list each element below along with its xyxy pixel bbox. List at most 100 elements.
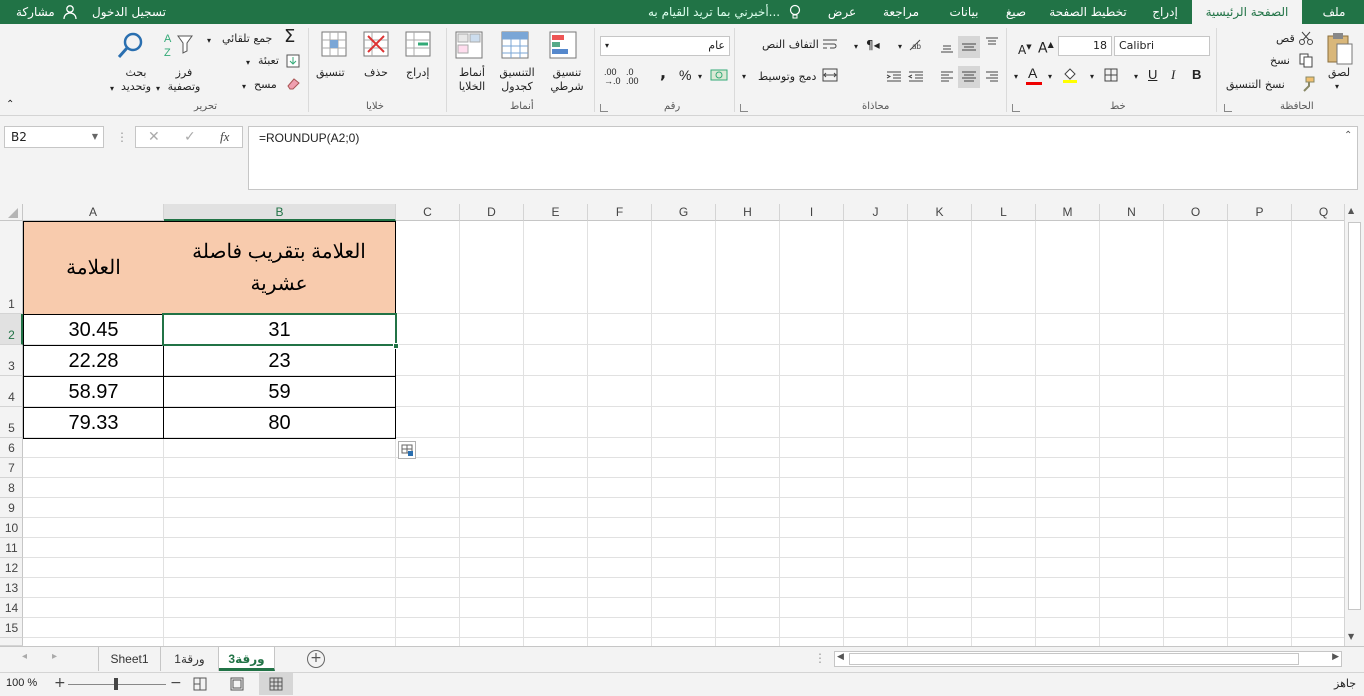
active-cell-selection[interactable] bbox=[162, 313, 397, 346]
quick-analysis-icon[interactable] bbox=[398, 441, 416, 459]
zoom-slider-thumb[interactable] bbox=[114, 678, 118, 690]
paste-icon[interactable] bbox=[1326, 32, 1354, 69]
tell-me-input[interactable]: أخبرني بما تريد القيام به... bbox=[648, 0, 784, 24]
paste-button[interactable]: لصق bbox=[1328, 66, 1350, 80]
horizontal-scroll-thumb[interactable] bbox=[849, 653, 1299, 665]
fill-dropdown-chevron[interactable]: ▾ bbox=[246, 56, 250, 70]
format-as-table-button[interactable]: التنسيق كجدول bbox=[494, 66, 540, 94]
row-header-3[interactable]: 3 bbox=[0, 345, 23, 376]
row-header-1[interactable]: 1 bbox=[0, 221, 23, 314]
formula-bar-grip-icon[interactable]: ⋮ bbox=[116, 130, 128, 144]
column-header-O[interactable]: O bbox=[1164, 204, 1228, 221]
orientation-dropdown-chevron[interactable]: ▾ bbox=[898, 40, 902, 54]
column-header-F[interactable]: F bbox=[588, 204, 652, 221]
percent-icon[interactable]: % bbox=[679, 68, 691, 82]
find-select-button[interactable]: بحث وتحديد bbox=[118, 66, 154, 94]
add-sheet-plus-icon[interactable]: + bbox=[307, 650, 325, 668]
rtl-direction-icon[interactable]: ¶◂ bbox=[866, 38, 880, 52]
font-launcher-icon[interactable] bbox=[1012, 104, 1020, 112]
next-sheet-icon[interactable]: ▸ bbox=[52, 651, 57, 662]
cell-A1[interactable]: العلامة bbox=[23, 221, 164, 315]
comma-style-icon[interactable]: , bbox=[660, 65, 666, 81]
conditional-formatting-button[interactable]: تنسيق شرطي bbox=[548, 66, 586, 94]
underline-icon[interactable]: U bbox=[1148, 68, 1157, 82]
cell-A4[interactable]: 58.97 bbox=[23, 377, 164, 408]
italic-icon[interactable]: I bbox=[1171, 68, 1175, 82]
increase-decimal-icon[interactable]: .0.00 bbox=[626, 68, 639, 86]
tab-file[interactable]: ملف bbox=[1310, 0, 1358, 24]
format-painter-button[interactable]: نسخ التنسيق bbox=[1226, 78, 1285, 92]
column-header-K[interactable]: K bbox=[908, 204, 972, 221]
sheet-tab-sheet1[interactable]: Sheet1 bbox=[99, 647, 161, 671]
select-all-corner[interactable] bbox=[0, 204, 23, 221]
accounting-dropdown-chevron[interactable]: ▾ bbox=[698, 70, 702, 84]
sort-dropdown-chevron[interactable]: ▾ bbox=[156, 82, 160, 96]
accounting-icon[interactable] bbox=[710, 68, 728, 85]
cell-A5[interactable]: 79.33 bbox=[23, 408, 164, 439]
font-color-dropdown-chevron[interactable]: ▾ bbox=[1014, 70, 1018, 84]
scroll-left-icon[interactable]: ◀ bbox=[837, 652, 844, 662]
scroll-up-icon[interactable]: ▲ bbox=[1348, 206, 1354, 215]
column-header-B[interactable]: B bbox=[164, 204, 396, 221]
column-header-P[interactable]: P bbox=[1228, 204, 1292, 221]
tab-review[interactable]: مراجعة bbox=[870, 0, 932, 24]
vertical-scroll-thumb[interactable] bbox=[1348, 222, 1361, 610]
align-left-icon[interactable] bbox=[940, 70, 954, 87]
copy-button[interactable]: نسخ bbox=[1270, 54, 1290, 68]
page-layout-view-icon[interactable] bbox=[230, 677, 244, 694]
cell-A3[interactable]: 22.28 bbox=[23, 346, 164, 377]
number-launcher-icon[interactable] bbox=[600, 104, 608, 112]
column-header-G[interactable]: G bbox=[652, 204, 716, 221]
decrease-decimal-icon[interactable]: .00 →.0 bbox=[604, 68, 621, 86]
column-header-M[interactable]: M bbox=[1036, 204, 1100, 221]
row-header-16[interactable] bbox=[0, 638, 23, 646]
paste-dropdown-chevron[interactable]: ▾ bbox=[1335, 80, 1339, 94]
row-header-10[interactable]: 10 bbox=[0, 518, 23, 538]
font-color-icon[interactable]: A bbox=[1028, 66, 1037, 80]
format-cells-button[interactable]: تنسيق bbox=[316, 66, 345, 80]
collapse-formula-bar-icon[interactable]: ⌃ bbox=[1344, 130, 1352, 141]
vertical-scrollbar[interactable]: ▲ ▼ bbox=[1344, 204, 1364, 646]
zoom-level[interactable]: 100 % bbox=[6, 677, 37, 689]
font-size-select[interactable]: 18 bbox=[1058, 36, 1112, 56]
zoom-out-icon[interactable]: − bbox=[170, 675, 182, 691]
cell-B4[interactable]: 59 bbox=[163, 377, 396, 408]
row-header-2[interactable]: 2 bbox=[0, 314, 23, 345]
name-box[interactable]: B2 ▼ bbox=[4, 126, 104, 148]
tab-view[interactable]: عرض bbox=[820, 0, 864, 24]
font-name-select[interactable]: Calibri bbox=[1114, 36, 1210, 56]
autosum-dropdown-chevron[interactable]: ▾ bbox=[207, 34, 211, 48]
fill-color-icon[interactable] bbox=[1062, 66, 1078, 87]
align-bottom-icon[interactable] bbox=[940, 40, 954, 57]
orientation-icon[interactable]: ab bbox=[908, 38, 924, 55]
row-header-5[interactable]: 5 bbox=[0, 407, 23, 438]
share-button[interactable]: مشاركة bbox=[16, 0, 55, 24]
row-header-4[interactable]: 4 bbox=[0, 376, 23, 407]
row-header-7[interactable]: 7 bbox=[0, 458, 23, 478]
tab-data[interactable]: بيانات bbox=[936, 0, 992, 24]
fill-color-dropdown-chevron[interactable]: ▾ bbox=[1048, 70, 1052, 84]
row-header-9[interactable]: 9 bbox=[0, 498, 23, 518]
tab-page-layout[interactable]: تخطيط الصفحة bbox=[1040, 0, 1136, 24]
column-header-A[interactable]: A bbox=[23, 204, 164, 221]
cell-styles-button[interactable]: أنماط الخلايا bbox=[452, 66, 492, 94]
row-header-12[interactable]: 12 bbox=[0, 558, 23, 578]
insert-cells-button[interactable]: إدراج bbox=[406, 66, 429, 80]
merge-center-button[interactable]: دمج وتوسيط bbox=[758, 70, 816, 84]
collapse-ribbon-icon[interactable]: ⌃ bbox=[6, 98, 14, 112]
tab-formulas[interactable]: صيغ bbox=[996, 0, 1036, 24]
tab-home[interactable]: الصفحة الرئيسية bbox=[1192, 0, 1302, 24]
bold-icon[interactable]: B bbox=[1192, 68, 1201, 82]
align-center-icon[interactable] bbox=[958, 66, 980, 88]
formula-input[interactable]: =ROUNDUP(A2;0) bbox=[248, 126, 1358, 190]
fill-handle[interactable] bbox=[393, 343, 399, 349]
scroll-right-icon[interactable]: ▶ bbox=[1332, 652, 1339, 662]
align-top-icon[interactable] bbox=[985, 36, 999, 53]
prev-sheet-icon[interactable]: ◂ bbox=[22, 651, 27, 662]
number-format-select[interactable]: ▾ عام bbox=[600, 36, 730, 56]
increase-indent-icon[interactable] bbox=[886, 70, 902, 87]
clear-dropdown-chevron[interactable]: ▾ bbox=[242, 80, 246, 94]
zoom-in-icon[interactable]: + bbox=[54, 675, 66, 691]
name-box-chevron-icon[interactable]: ▼ bbox=[92, 127, 98, 147]
row-header-6[interactable]: 6 bbox=[0, 438, 23, 458]
